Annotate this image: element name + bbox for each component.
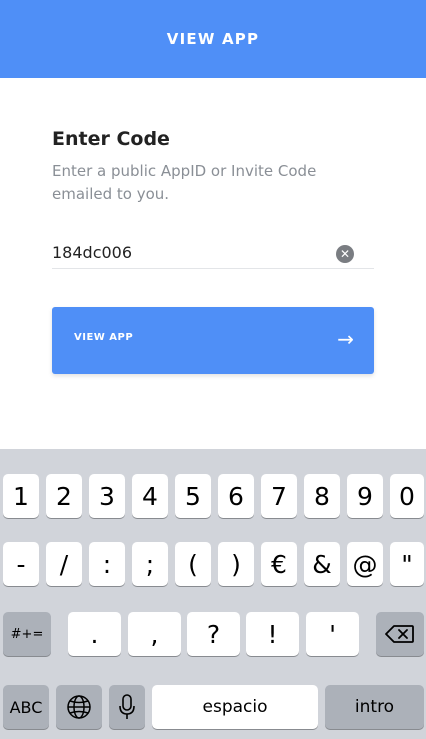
arrow-right-icon: → — [337, 327, 354, 351]
key-comma[interactable]: , — [128, 612, 181, 656]
key-colon[interactable]: : — [89, 542, 125, 586]
key-at[interactable]: @ — [347, 542, 383, 586]
globe-key[interactable] — [56, 685, 102, 729]
key-period[interactable]: . — [68, 612, 121, 656]
key-slash[interactable]: / — [46, 542, 82, 586]
view-app-button[interactable]: VIEW APP → — [52, 307, 374, 374]
view-app-button-label: VIEW APP — [74, 332, 134, 343]
key-2[interactable]: 2 — [46, 474, 82, 518]
key-0[interactable]: 0 — [390, 474, 424, 518]
form-title: Enter Code — [52, 128, 170, 150]
symbols-toggle-key[interactable]: #+= — [3, 612, 51, 656]
key-4[interactable]: 4 — [132, 474, 168, 518]
form-description: Enter a public AppID or Invite Code emai… — [52, 162, 317, 203]
keyboard: 1 2 3 4 5 6 7 8 9 0 - / : ; ( ) € & @ " … — [0, 449, 426, 739]
microphone-key[interactable] — [109, 685, 145, 729]
key-question[interactable]: ? — [187, 612, 240, 656]
globe-icon — [67, 695, 91, 719]
key-3[interactable]: 3 — [89, 474, 125, 518]
microphone-icon — [119, 694, 135, 719]
key-1[interactable]: 1 — [3, 474, 39, 518]
code-field: ✕ — [52, 238, 374, 269]
key-open-paren[interactable]: ( — [175, 542, 211, 586]
key-hyphen[interactable]: - — [3, 542, 39, 586]
abc-key[interactable]: ABC — [3, 685, 49, 729]
key-ampersand[interactable]: & — [304, 542, 340, 586]
key-7[interactable]: 7 — [261, 474, 297, 518]
clear-icon[interactable]: ✕ — [336, 245, 354, 263]
key-quote[interactable]: " — [390, 542, 424, 586]
backspace-icon — [385, 625, 414, 643]
key-8[interactable]: 8 — [304, 474, 340, 518]
space-key[interactable]: espacio — [152, 685, 318, 729]
key-euro[interactable]: € — [261, 542, 297, 586]
backspace-key[interactable] — [376, 612, 424, 656]
return-key[interactable]: intro — [325, 685, 424, 729]
key-9[interactable]: 9 — [347, 474, 383, 518]
app-header: VIEW APP — [0, 0, 426, 78]
code-input[interactable] — [52, 240, 322, 264]
key-apostrophe[interactable]: ' — [306, 612, 359, 656]
key-semicolon[interactable]: ; — [132, 542, 168, 586]
key-exclamation[interactable]: ! — [246, 612, 299, 656]
header-title: VIEW APP — [166, 30, 260, 48]
key-5[interactable]: 5 — [175, 474, 211, 518]
key-6[interactable]: 6 — [218, 474, 254, 518]
key-close-paren[interactable]: ) — [218, 542, 254, 586]
